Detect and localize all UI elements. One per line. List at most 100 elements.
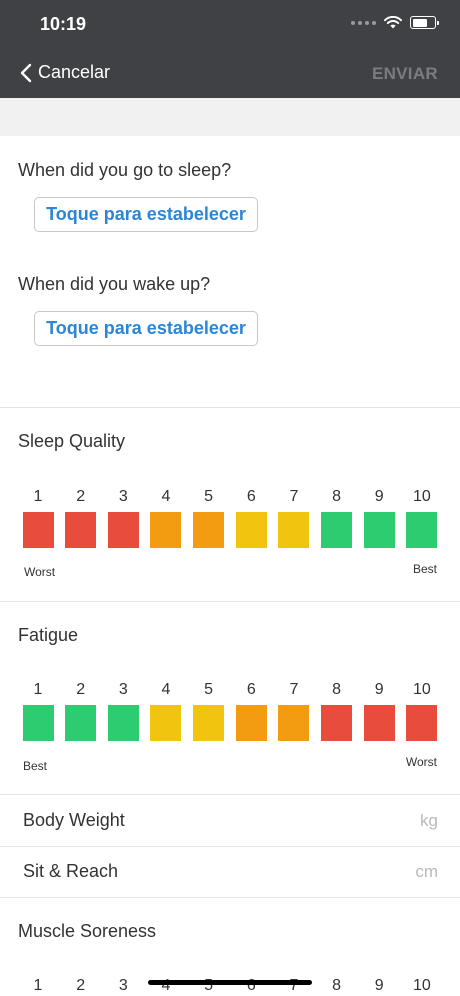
sleep-quality-option[interactable]: 5 xyxy=(188,486,230,548)
cancel-label: Cancelar xyxy=(38,62,111,82)
muscle-soreness-option[interactable]: 6 xyxy=(230,975,272,996)
fatigue-option[interactable]: 10 xyxy=(401,679,443,741)
fatigue-color-swatch xyxy=(22,705,54,741)
fatigue-option-number: 4 xyxy=(161,681,171,698)
sleep-quality-option-number: 7 xyxy=(289,488,299,505)
set-sleep-time-button[interactable]: Toque para estabelecer xyxy=(34,197,258,232)
fatigue-option-number: 1 xyxy=(33,681,43,698)
muscle-soreness-option[interactable]: 10 xyxy=(401,975,443,996)
send-button[interactable]: ENVIAR xyxy=(372,64,438,84)
sleep-quality-option[interactable]: 3 xyxy=(102,486,144,548)
fatigue-scale: 1 2 3 4 5 6 7 8 9 10 xyxy=(17,679,443,741)
sleep-quality-option[interactable]: 4 xyxy=(145,486,187,548)
fatigue-option-number: 9 xyxy=(374,681,384,698)
sleep-quality-high-label: Best xyxy=(412,562,437,576)
fatigue-option[interactable]: 2 xyxy=(60,679,102,741)
sleep-quality-color-swatch xyxy=(107,512,139,548)
body-weight-label: Body Weight xyxy=(23,810,125,830)
sleep-quality-option-number: 10 xyxy=(413,488,431,505)
muscle-soreness-option-number: 8 xyxy=(332,977,342,994)
set-wake-time-button[interactable]: Toque para estabelecer xyxy=(34,311,258,346)
fatigue-option-number: 2 xyxy=(76,681,86,698)
fatigue-color-swatch xyxy=(363,705,395,741)
sleep-quality-option[interactable]: 8 xyxy=(316,486,358,548)
wifi-icon xyxy=(384,16,402,29)
sleep-quality-color-swatch xyxy=(193,512,225,548)
sit-reach-unit: cm xyxy=(415,862,438,881)
fatigue-option-number: 10 xyxy=(413,681,431,698)
sleep-quality-option-number: 9 xyxy=(374,488,384,505)
sit-reach-field[interactable]: Sit & Reach cm xyxy=(0,847,460,897)
fatigue-option[interactable]: 8 xyxy=(316,679,358,741)
sleep-quality-option-number: 1 xyxy=(33,488,43,505)
fatigue-color-swatch xyxy=(193,705,225,741)
sleep-quality-option[interactable]: 2 xyxy=(60,486,102,548)
fatigue-option[interactable]: 6 xyxy=(230,679,272,741)
fatigue-option[interactable]: 4 xyxy=(145,679,187,741)
fatigue-title: Fatigue xyxy=(18,625,79,645)
sleep-quality-option[interactable]: 7 xyxy=(273,486,315,548)
muscle-soreness-title: Muscle Soreness xyxy=(18,921,157,941)
fatigue-option[interactable]: 7 xyxy=(273,679,315,741)
home-indicator xyxy=(148,980,312,985)
cancel-button[interactable]: Cancelar xyxy=(20,62,110,83)
divider xyxy=(0,794,460,795)
muscle-soreness-option[interactable]: 9 xyxy=(358,975,400,996)
sleep-quality-option-number: 5 xyxy=(204,488,214,505)
muscle-soreness-option[interactable]: 3 xyxy=(102,975,144,996)
fatigue-option[interactable]: 5 xyxy=(188,679,230,741)
sleep-quality-option-number: 6 xyxy=(246,488,256,505)
sleep-quality-color-swatch xyxy=(150,512,182,548)
sleep-quality-title: Sleep Quality xyxy=(18,431,126,451)
fatigue-option-number: 3 xyxy=(118,681,128,698)
fatigue-color-swatch xyxy=(150,705,182,741)
muscle-soreness-option[interactable]: 4 xyxy=(145,975,187,996)
chevron-left-icon xyxy=(20,63,32,82)
muscle-soreness-option[interactable]: 7 xyxy=(273,975,315,996)
fatigue-option-number: 8 xyxy=(332,681,342,698)
muscle-soreness-option[interactable]: 2 xyxy=(60,975,102,996)
fatigue-option-number: 7 xyxy=(289,681,299,698)
wake-time-question: When did you wake up? xyxy=(18,274,211,294)
header-spacer xyxy=(0,98,460,136)
fatigue-option[interactable]: 3 xyxy=(102,679,144,741)
fatigue-color-swatch xyxy=(235,705,267,741)
sleep-quality-color-swatch xyxy=(321,512,353,548)
status-icons xyxy=(351,16,439,29)
fatigue-color-swatch xyxy=(65,705,97,741)
sleep-quality-option[interactable]: 1 xyxy=(17,486,59,548)
sleep-quality-option[interactable]: 9 xyxy=(358,486,400,548)
body-weight-unit: kg xyxy=(420,811,438,830)
sleep-quality-color-swatch xyxy=(363,512,395,548)
muscle-soreness-option-number: 2 xyxy=(76,977,86,994)
fatigue-option[interactable]: 9 xyxy=(358,679,400,741)
sleep-quality-color-swatch xyxy=(278,512,310,548)
sleep-quality-option[interactable]: 6 xyxy=(230,486,272,548)
battery-level xyxy=(412,18,428,27)
muscle-soreness-option[interactable]: 8 xyxy=(316,975,358,996)
muscle-soreness-option-number: 4 xyxy=(161,977,171,994)
fatigue-option[interactable]: 1 xyxy=(17,679,59,741)
sleep-quality-option[interactable]: 10 xyxy=(401,486,443,548)
muscle-soreness-option-number: 7 xyxy=(289,977,299,994)
status-time: 10:19 xyxy=(40,14,87,34)
muscle-soreness-option-number: 5 xyxy=(204,977,214,994)
muscle-soreness-option[interactable]: 5 xyxy=(188,975,230,996)
muscle-soreness-option[interactable]: 1 xyxy=(17,975,59,996)
divider xyxy=(0,897,460,898)
body-weight-field[interactable]: Body Weight kg xyxy=(0,796,460,846)
fatigue-high-label: Worst xyxy=(405,755,437,769)
muscle-soreness-option-number: 3 xyxy=(118,977,128,994)
sleep-quality-color-swatch xyxy=(235,512,267,548)
sleep-quality-scale: 1 2 3 4 5 6 7 8 9 10 xyxy=(17,486,443,548)
cellular-signal-icon xyxy=(351,20,376,25)
sleep-quality-color-swatch xyxy=(406,512,438,548)
sleep-quality-option-number: 8 xyxy=(332,488,342,505)
muscle-soreness-option-number: 9 xyxy=(374,977,384,994)
muscle-soreness-option-number: 10 xyxy=(413,977,431,994)
sleep-quality-option-number: 4 xyxy=(161,488,171,505)
fatigue-color-swatch xyxy=(406,705,438,741)
sleep-quality-low-label: Worst xyxy=(24,565,56,579)
fatigue-option-number: 5 xyxy=(204,681,214,698)
divider xyxy=(0,407,460,408)
